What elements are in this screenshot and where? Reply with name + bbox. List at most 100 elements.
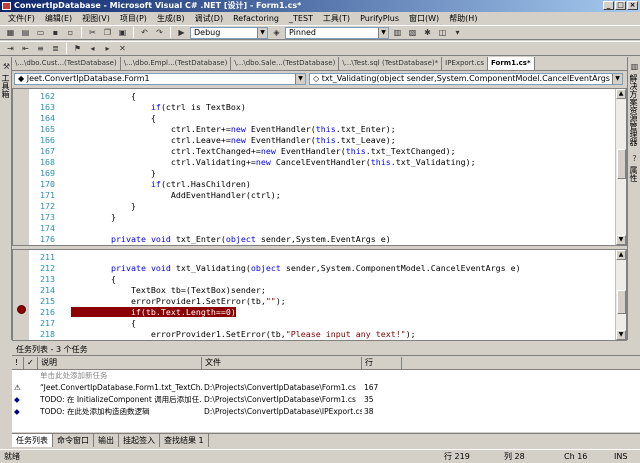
scroll-thumb[interactable]: [617, 290, 626, 314]
bookmark-icon[interactable]: ⚑: [71, 43, 84, 55]
comment-icon[interactable]: ≡: [34, 43, 47, 55]
code-line[interactable]: 217 {: [29, 318, 136, 329]
code-line[interactable]: 169 }: [29, 168, 156, 179]
editor-gutter[interactable]: [13, 89, 29, 245]
next-bookmark-icon[interactable]: ▸: [101, 43, 114, 55]
tab-ipexport[interactable]: IPExport.cs: [442, 57, 489, 70]
menu-refactoring[interactable]: Refactoring: [229, 12, 285, 25]
menu-purifyplus[interactable]: PurifyPlus: [356, 12, 405, 25]
task-row[interactable]: ◆ TODO: 在 InitializeComponent 调用后添加任... …: [12, 394, 640, 406]
open-icon[interactable]: ▭: [34, 27, 47, 39]
solution-explorer-icon[interactable]: ▥: [391, 27, 404, 39]
code-line[interactable]: 171 AddEventHandler(ctrl);: [29, 190, 281, 201]
uncomment-icon[interactable]: ≣: [49, 43, 62, 55]
class-view-icon[interactable]: ◫: [436, 27, 449, 39]
code-line[interactable]: 216 if(tb.Text.Length==0): [29, 307, 236, 318]
code-editor-bottom[interactable]: 211 212 private void txt_Validating(obje…: [12, 249, 627, 341]
toolbox-icon[interactable]: ✱: [421, 27, 434, 39]
properties-tab[interactable]: 属性: [628, 164, 638, 184]
col-priority[interactable]: !: [12, 357, 24, 369]
save-all-icon[interactable]: ▫: [64, 27, 77, 39]
col-line[interactable]: 行: [362, 357, 402, 369]
solution-explorer-icon[interactable]: ▥: [628, 60, 640, 72]
indent-icon[interactable]: ⇥: [4, 43, 17, 55]
clear-bookmarks-icon[interactable]: ✕: [116, 43, 129, 55]
save-icon[interactable]: ▪: [49, 27, 62, 39]
editor-gutter[interactable]: [13, 250, 29, 340]
prev-bookmark-icon[interactable]: ◂: [86, 43, 99, 55]
menu-window[interactable]: 窗口(W): [405, 12, 445, 25]
menu-test[interactable]: _TEST: [285, 12, 319, 25]
code-line[interactable]: 213 {: [29, 274, 116, 285]
code-line[interactable]: 212 private void txt_Validating(object s…: [29, 263, 521, 274]
col-file[interactable]: 文件: [202, 357, 362, 369]
find-icon[interactable]: ◈: [270, 27, 283, 39]
close-button[interactable]: ×: [627, 1, 638, 10]
menu-project[interactable]: 项目(P): [116, 12, 153, 25]
code-line[interactable]: 211: [29, 252, 111, 263]
solution-explorer-tab[interactable]: 解决方案资源管理器: [628, 72, 638, 148]
tab-dbo-empl[interactable]: \...\dbo.Empl...(TestDatabase): [121, 57, 232, 70]
class-select[interactable]: ◆ Jeet.ConvertIpDatabase.Form1 ▼: [14, 73, 306, 85]
add-task-row[interactable]: 单击此处添加新任务: [12, 370, 640, 382]
scroll-up-icon[interactable]: ▲: [616, 89, 626, 99]
outdent-icon[interactable]: ⇤: [19, 43, 32, 55]
redo-icon[interactable]: ↷: [153, 27, 166, 39]
code-editor-top[interactable]: 162 {163 if(ctrl is TextBox) 164 {165 ctr…: [12, 88, 627, 246]
vertical-scrollbar[interactable]: ▲ ▼: [615, 89, 626, 245]
code-line[interactable]: 166 ctrl.Leave+=new EventHandler(this.tx…: [29, 135, 396, 146]
task-row[interactable]: ◆ TODO: 在此处添加构造函数逻辑 D:\Projects\ConvertI…: [12, 406, 640, 418]
breakpoint-icon[interactable]: [17, 305, 26, 314]
scroll-down-icon[interactable]: ▼: [616, 330, 626, 340]
undo-icon[interactable]: ↶: [138, 27, 151, 39]
col-description[interactable]: 说明: [38, 357, 202, 369]
menu-view[interactable]: 视图(V): [78, 12, 116, 25]
code-line[interactable]: 214 TextBox tb=(TextBox)sender;: [29, 285, 266, 296]
code-line[interactable]: 215 errorProvider1.SetError(tb,"");: [29, 296, 286, 307]
tab-pending-checkins[interactable]: 挂起签入: [119, 434, 160, 447]
col-check[interactable]: ✓: [24, 357, 38, 369]
minimize-button[interactable]: _: [603, 1, 614, 10]
cut-icon[interactable]: ✂: [86, 27, 99, 39]
code-line[interactable]: 163 if(ctrl is TextBox): [29, 102, 246, 113]
member-select[interactable]: ◇ txt_Validating(object sender,System.Co…: [309, 73, 623, 85]
help-icon[interactable]: ?: [628, 152, 640, 164]
scroll-down-icon[interactable]: ▼: [616, 235, 626, 245]
vertical-scrollbar[interactable]: ▲ ▼: [615, 250, 626, 340]
code-line[interactable]: 164 {: [29, 113, 156, 124]
start-icon[interactable]: ▶: [175, 27, 188, 39]
menu-tools[interactable]: 工具(T): [319, 12, 356, 25]
code-line[interactable]: 168 ctrl.Validating+=new CancelEventHand…: [29, 157, 476, 168]
find-combo[interactable]: Pinned ▼: [285, 26, 389, 39]
tab-dbo-sale[interactable]: \...\dbo.Sale...(TestDatabase): [231, 57, 340, 70]
tab-output[interactable]: 输出: [94, 434, 119, 447]
tab-command-window[interactable]: 命令窗口: [53, 434, 94, 447]
code-line[interactable]: 218 errorProvider1.SetError(tb,"Please i…: [29, 329, 416, 340]
properties-icon[interactable]: ▧: [406, 27, 419, 39]
task-row[interactable]: ⚠ “Jeet.ConvertIpDatabase.Form1.txt_Text…: [12, 382, 640, 394]
tab-form1[interactable]: Form1.cs*: [488, 57, 535, 70]
options-icon[interactable]: ▾: [451, 27, 464, 39]
copy-icon[interactable]: ❐: [101, 27, 114, 39]
code-line[interactable]: 170 if(ctrl.HasChildren): [29, 179, 251, 190]
paste-icon[interactable]: ▣: [116, 27, 129, 39]
maximize-button[interactable]: □: [615, 1, 626, 10]
code-line[interactable]: 174: [29, 223, 71, 234]
code-line[interactable]: 162 {: [29, 91, 136, 102]
code-line[interactable]: 176 private void txt_Enter(object sender…: [29, 234, 391, 245]
menu-edit[interactable]: 编辑(E): [41, 12, 78, 25]
code-line[interactable]: 167 ctrl.TextChanged+=new EventHandler(t…: [29, 146, 456, 157]
config-select[interactable]: Debug ▼: [190, 26, 268, 39]
code-line[interactable]: 172 }: [29, 201, 136, 212]
tab-test-sql[interactable]: \...\Test.sql (TestDatabase)*: [339, 57, 443, 70]
menu-file[interactable]: 文件(F): [4, 12, 41, 25]
scroll-thumb[interactable]: [617, 149, 626, 179]
code-line[interactable]: 165 ctrl.Enter+=new EventHandler(this.tx…: [29, 124, 396, 135]
menu-debug[interactable]: 调试(D): [191, 12, 229, 25]
tab-dbo-cust[interactable]: \...\dbo.Cust...(TestDatabase): [12, 57, 121, 70]
toolbox-tab[interactable]: 工具箱: [0, 72, 10, 100]
tab-task-list[interactable]: 任务列表: [12, 434, 53, 447]
scroll-up-icon[interactable]: ▲: [616, 250, 626, 260]
code-line[interactable]: 173 }: [29, 212, 116, 223]
tab-find-results[interactable]: 查找结果 1: [160, 434, 209, 447]
